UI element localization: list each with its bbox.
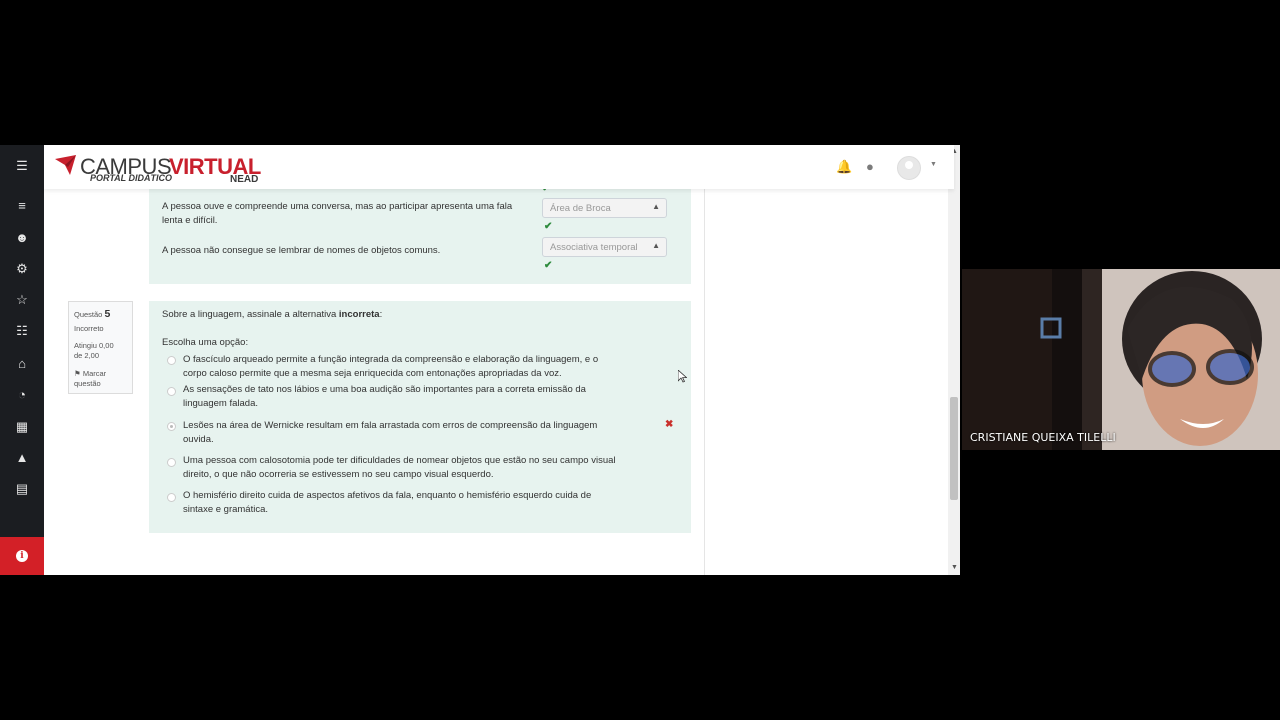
list-icon[interactable]: ≡ xyxy=(12,195,32,215)
participant-name: CRISTIANE QUEIXA TILELLI xyxy=(970,431,1116,444)
flag-icon: ⚑ xyxy=(74,369,81,378)
question-number-label: Questão 5 xyxy=(74,309,110,320)
flag-question-link-2[interactable]: questão xyxy=(74,379,101,389)
option-radio-selected[interactable] xyxy=(167,422,176,431)
option-line: O hemisfério direito cuida de aspectos a… xyxy=(183,490,592,501)
star-icon[interactable]: ☆ xyxy=(12,289,32,309)
option-line: corpo caloso permite que a mesma seja en… xyxy=(183,368,562,379)
option-radio[interactable] xyxy=(167,387,176,396)
calendar-icon[interactable]: ▦ xyxy=(12,416,32,436)
book-icon[interactable]: ☷ xyxy=(12,320,32,340)
question-label: Questão xyxy=(74,310,103,319)
scroll-thumb[interactable] xyxy=(950,397,958,500)
logo-mark-icon xyxy=(55,155,76,175)
info-icon: i xyxy=(16,550,28,562)
top-navbar: CAMPUS VIRTUAL PORTAL DIDÁTICO NEAD 🔔 ● … xyxy=(44,145,954,189)
dashboard-icon[interactable]: ◔ xyxy=(12,384,32,404)
option-line: ouvida. xyxy=(183,434,214,445)
prompt-bold: incorreta xyxy=(338,309,380,320)
match-stem: A pessoa ouve e compreende uma conversa,… xyxy=(162,201,513,226)
right-column xyxy=(704,189,949,575)
menu-icon[interactable]: ☰ xyxy=(12,155,32,175)
prompt-text: Sobre a linguagem, assinale a alternativ… xyxy=(162,309,339,320)
question-prompt: Sobre a linguagem, assinale a alternativ… xyxy=(162,308,382,322)
option-radio[interactable] xyxy=(167,356,176,365)
bell-icon[interactable]: 🔔 xyxy=(836,159,852,175)
campus-virtual-logo[interactable]: CAMPUS VIRTUAL PORTAL DIDÁTICO NEAD xyxy=(54,151,264,185)
badge-icon[interactable]: ⚙ xyxy=(12,258,32,278)
flag-question-link[interactable]: ⚑ Marcar xyxy=(74,369,106,379)
sidebar: ☰ ≡ ☻ ⚙ ☆ ☷ ⌂ ◔ ▦ ▲ ▤ i xyxy=(0,145,44,575)
question5-info: Questão 5 Incorreto Atingiu 0,00 de 2,00… xyxy=(68,301,133,394)
question-score: Atingiu 0,00 xyxy=(74,341,114,350)
check-icon: ✔ xyxy=(544,260,553,271)
users-icon[interactable]: ☻ xyxy=(12,227,32,247)
info-button[interactable]: i xyxy=(0,537,44,575)
moodle-window: ☰ ≡ ☻ ⚙ ☆ ☷ ⌂ ◔ ▦ ▲ ▤ i CAMPUS VIRTUAL P… xyxy=(0,145,960,575)
select-arrow-icon: ▲ xyxy=(652,202,660,211)
webcam-tile: CRISTIANE QUEIXA TILELLI xyxy=(962,269,1280,450)
answer-select[interactable]: Área de Broca ▲ xyxy=(542,198,667,218)
select-value: Associativa temporal xyxy=(550,242,638,253)
option-line: sintaxe e gramática. xyxy=(183,504,269,515)
question-number: 5 xyxy=(104,308,111,320)
scroll-down-icon[interactable]: ▼ xyxy=(951,564,958,571)
option-text[interactable]: O fascículo arqueado permite a função in… xyxy=(183,353,598,381)
flag-label: Marcar xyxy=(82,369,107,378)
match-stem: A pessoa não consegue se lembrar de nome… xyxy=(162,245,441,256)
answer-select[interactable]: Associativa temporal ▲ xyxy=(542,237,667,257)
avatar[interactable] xyxy=(897,156,921,180)
prompt-end: : xyxy=(379,309,383,320)
mouse-cursor-icon xyxy=(678,370,687,383)
home-icon[interactable]: ⌂ xyxy=(12,353,32,373)
option-line: linguagem falada. xyxy=(183,398,258,409)
files-icon[interactable]: ▤ xyxy=(12,478,32,498)
incorrect-x-icon: ✖ xyxy=(665,419,674,430)
select-arrow-icon: ▲ xyxy=(652,241,660,250)
check-icon: ✔ xyxy=(544,221,553,232)
logo-nead-text: NEAD xyxy=(230,174,259,185)
option-text[interactable]: Lesões na área de Wernicke resultam em f… xyxy=(183,419,597,447)
option-radio[interactable] xyxy=(167,493,176,502)
question-score-max: de 2,00 xyxy=(74,351,100,360)
choose-option-label: Escolha uma opção: xyxy=(162,337,249,348)
question4-content: ✔ A pessoa ouve e compreende uma convers… xyxy=(149,183,691,284)
page-scrollbar[interactable]: ▲ ▼ xyxy=(948,145,960,575)
question-status: Incorreto xyxy=(74,324,104,333)
select-value: Área de Broca xyxy=(550,203,611,214)
option-line: As sensações de tato nos lábios e uma bo… xyxy=(183,384,586,395)
question5-content: Sobre a linguagem, assinale a alternativ… xyxy=(149,301,691,533)
option-text[interactable]: Uma pessoa com calosotomia pode ter difi… xyxy=(183,454,616,482)
logo-portal-text: PORTAL DIDÁTICO xyxy=(90,173,173,183)
graduation-icon[interactable]: ▲ xyxy=(12,447,32,467)
option-line: Lesões na área de Wernicke resultam em f… xyxy=(183,420,598,431)
chat-icon[interactable]: ● xyxy=(866,159,874,174)
option-text[interactable]: As sensações de tato nos lábios e uma bo… xyxy=(183,383,586,411)
option-radio[interactable] xyxy=(167,458,176,467)
chevron-down-icon[interactable]: ▼ xyxy=(930,161,937,168)
option-line: direito, o que não ocorreria se estivess… xyxy=(183,469,494,480)
option-line: O fascículo arqueado permite a função in… xyxy=(183,354,599,365)
webcam-person-image xyxy=(962,269,1280,450)
option-line: Uma pessoa com calosotomia pode ter difi… xyxy=(183,455,616,466)
quiz-review-content: ✔ A pessoa ouve e compreende uma convers… xyxy=(44,183,704,575)
option-text[interactable]: O hemisfério direito cuida de aspectos a… xyxy=(183,489,591,517)
